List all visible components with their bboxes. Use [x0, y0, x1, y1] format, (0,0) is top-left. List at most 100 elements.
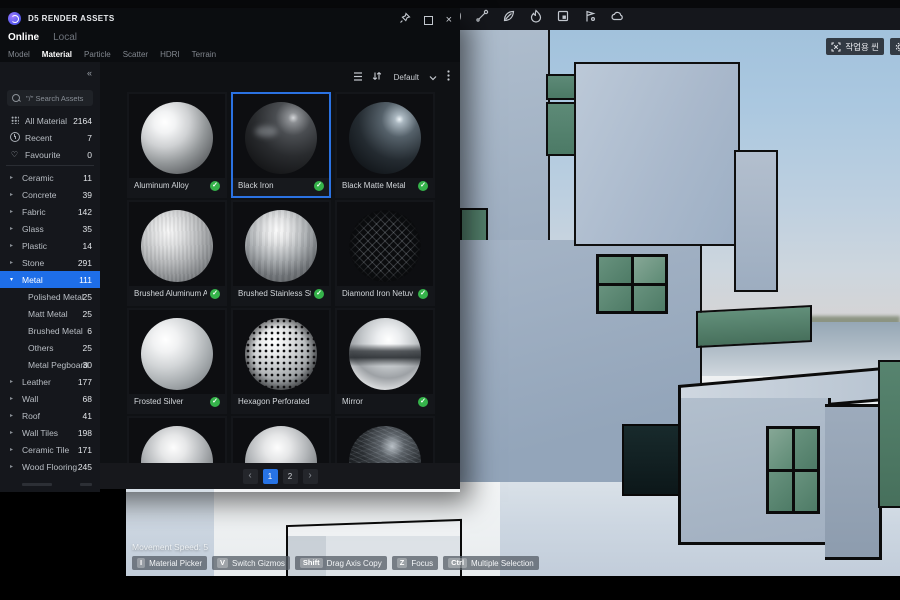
material-tile-blackiron[interactable]: Black Iron✓ [231, 92, 331, 198]
subcategory-label: Metal Pegboard [28, 360, 88, 370]
sidebar-item-count: 2164 [73, 116, 92, 126]
material-tile-diamondnet[interactable]: Diamond Iron Netuv✓ [335, 200, 435, 306]
maximize-icon[interactable] [424, 16, 433, 25]
chevron-down-icon[interactable] [429, 68, 437, 86]
material-tile-brushedalu[interactable]: Brushed Aluminum Alloy✓ [127, 200, 227, 306]
material-tile-mirror[interactable]: Mirror✓ [335, 308, 435, 414]
category-label: Wall [22, 394, 38, 404]
sidebar-category-leather[interactable]: ▸Leather177 [0, 373, 100, 390]
letterbox-top [0, 0, 900, 8]
sidebar-category-concrete[interactable]: ▸Concrete39 [0, 186, 100, 203]
sidebar-category-ceramic[interactable]: ▸Ceramic11 [0, 169, 100, 186]
category-label: Ceramic Tile [22, 445, 69, 455]
building-right-column [734, 150, 778, 292]
sidebar-category-roof[interactable]: ▸Roof41 [0, 407, 100, 424]
material-sphere [245, 318, 317, 390]
category-label: Metal [22, 275, 43, 285]
sidebar-divider [6, 165, 94, 166]
sidebar-item-recent[interactable]: Recent7 [0, 129, 100, 146]
material-tile-frosted[interactable]: Frosted Silver✓ [127, 308, 227, 414]
sidebar-subcategory-matt-metal[interactable]: Matt Metal25 [0, 305, 100, 322]
page-button-2[interactable]: 2 [283, 469, 298, 484]
sidebar-category-plastic[interactable]: ▸Plastic14 [0, 237, 100, 254]
sidebar-item-favourite[interactable]: ♡Favourite0 [0, 146, 100, 163]
weather-cloud-icon[interactable] [610, 9, 625, 23]
search-input[interactable] [24, 93, 93, 104]
material-sphere [245, 210, 317, 282]
pin-icon[interactable] [399, 11, 411, 29]
sidebar-category-wall[interactable]: ▸Wall68 [0, 390, 100, 407]
tab-particle[interactable]: Particle [84, 50, 111, 59]
tab-scatter[interactable]: Scatter [123, 50, 148, 59]
material-tile-aluminum[interactable]: Aluminum Alloy✓ [127, 92, 227, 198]
close-icon[interactable]: × [446, 15, 452, 26]
path-flag-icon[interactable] [583, 9, 597, 23]
subcategory-label: Others [28, 343, 54, 353]
material-name: Black Matte Metal [342, 181, 415, 190]
category-label: Wood Flooring [22, 462, 77, 472]
category-count: 111 [79, 275, 92, 285]
category-count: 198 [78, 428, 92, 438]
shortcut-hint-material-picker: IMaterial Picker [132, 556, 207, 570]
shortcut-key: V [217, 558, 228, 568]
material-tile-hexperf[interactable]: Hexagon Perforated Alum... [231, 308, 331, 414]
building-upper-box [574, 62, 740, 246]
scene-badge[interactable]: 작업용 씬 [826, 38, 884, 55]
sidebar-category-stone[interactable]: ▸Stone291 [0, 254, 100, 271]
vegetation-leaf-icon[interactable] [502, 9, 516, 23]
prev-page-icon[interactable]: ‹ [243, 469, 258, 484]
category-count: 177 [78, 377, 92, 387]
decal-texture-icon[interactable] [556, 9, 570, 23]
list-view-icon[interactable] [351, 68, 362, 86]
quick-filter-list: All Material2164Recent7♡Favourite0 [0, 112, 100, 163]
flame-tool-icon[interactable] [529, 9, 543, 23]
material-sphere [141, 210, 213, 282]
category-count: 245 [78, 462, 92, 472]
building-door-opening [622, 424, 682, 496]
tab-hdri[interactable]: HDRI [160, 50, 180, 59]
collapse-sidebar-icon[interactable]: « [87, 68, 92, 78]
sort-icon[interactable] [372, 68, 382, 86]
subcategory-count: 6 [87, 326, 92, 336]
asset-grid-area: Default Aluminum Alloy✓Black Iron✓Black … [100, 62, 460, 489]
material-preview [233, 94, 329, 178]
subcategory-label: Matt Metal [28, 309, 68, 319]
sidebar-category-glass[interactable]: ▸Glass35 [0, 220, 100, 237]
chevron-collapsed-icon: ▸ [10, 395, 18, 402]
sidebar-category-wood-flooring[interactable]: ▸Wood Flooring245 [0, 458, 100, 475]
material-preview [337, 94, 433, 178]
sidebar-subcategory-brushed-metal[interactable]: Brushed Metal6 [0, 322, 100, 339]
sidebar-subcategory-others[interactable]: Others25 [0, 339, 100, 356]
d5-logo-icon [8, 12, 21, 25]
tab-local[interactable]: Local [53, 32, 77, 43]
sidebar-category-fabric[interactable]: ▸Fabric142 [0, 203, 100, 220]
kebab-menu-icon[interactable] [447, 68, 450, 86]
sidebar-category-ceramic-tile[interactable]: ▸Ceramic Tile171 [0, 441, 100, 458]
sidebar-category-wall-tiles[interactable]: ▸Wall Tiles198 [0, 424, 100, 441]
category-count: 291 [78, 258, 92, 268]
sidebar-subcategory-metal-pegboard[interactable]: Metal Pegboard30 [0, 356, 100, 373]
sort-dropdown-label[interactable]: Default [394, 73, 419, 82]
tab-terrain[interactable]: Terrain [192, 50, 216, 59]
chevron-collapsed-icon: ▸ [10, 412, 18, 419]
material-name: Black Iron [238, 181, 311, 190]
material-tile-blackmatte[interactable]: Black Matte Metal✓ [335, 92, 435, 198]
chevron-collapsed-icon: ▸ [10, 429, 18, 436]
tab-material[interactable]: Material [42, 50, 72, 59]
sidebar-subcategory-polished-metal[interactable]: Polished Metal25 [0, 288, 100, 305]
search-icon [12, 94, 20, 102]
shortcut-hints: IMaterial PickerVSwitch GizmosShiftDrag … [132, 556, 539, 570]
sidebar-item-all-material[interactable]: All Material2164 [0, 112, 100, 129]
wand-tool-icon[interactable] [475, 9, 489, 23]
panel-header: D5 RENDER ASSETS × Online Local ModelMat… [0, 8, 460, 62]
tab-model[interactable]: Model [8, 50, 30, 59]
edge-badge-clipped[interactable]: 디 [890, 38, 900, 55]
search-box[interactable] [7, 90, 93, 106]
material-tile-brushedsteel[interactable]: Brushed Stainless Steel✓ [231, 200, 331, 306]
subcategory-count: 30 [83, 360, 92, 370]
sidebar-category-metal[interactable]: ▾Metal111 [0, 271, 100, 288]
next-page-icon[interactable]: › [303, 469, 318, 484]
downloaded-check-icon: ✓ [210, 397, 220, 407]
tab-online[interactable]: Online [8, 32, 39, 43]
page-button-1[interactable]: 1 [263, 469, 278, 484]
